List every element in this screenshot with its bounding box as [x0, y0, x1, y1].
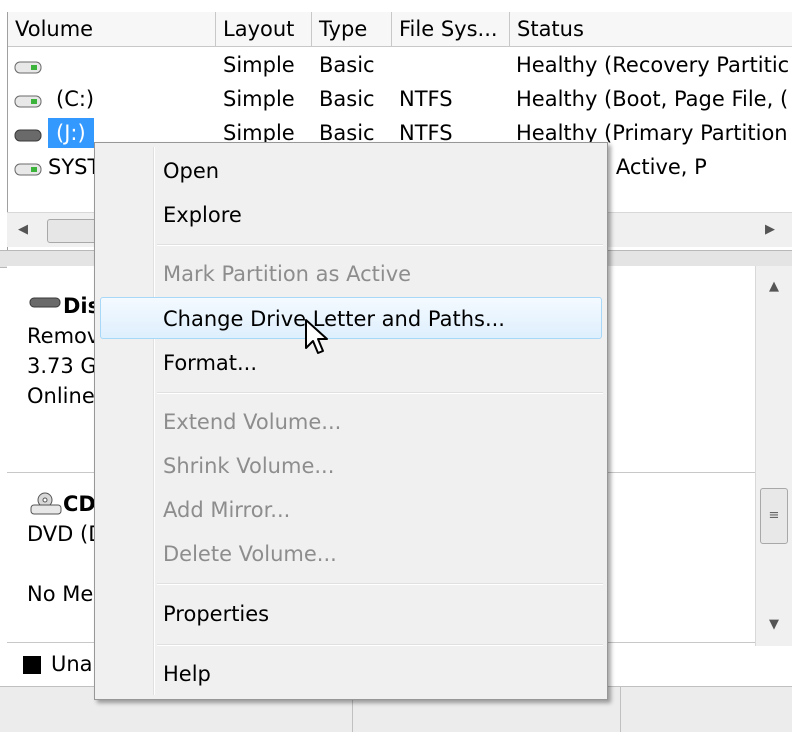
volume-name: SYST [48, 155, 101, 179]
scroll-left-icon[interactable]: ◀ [11, 217, 35, 243]
menu-item-shrink-volume: Shrink Volume... [163, 454, 335, 478]
menu-item-help[interactable]: Help [163, 654, 211, 694]
menu-item-change-drive-letter[interactable]: Change Drive Letter and Paths... [163, 299, 505, 339]
column-header-volume[interactable]: Volume [8, 12, 216, 46]
menu-item-delete-volume: Delete Volume... [163, 542, 337, 566]
menu-item-add-mirror: Add Mirror... [163, 498, 291, 522]
menu-separator [157, 244, 603, 246]
volume-list-header: Volume Layout Type File Sys... Status [8, 12, 792, 47]
column-header-filesystem[interactable]: File Sys... [392, 12, 510, 46]
menu-separator [157, 644, 603, 646]
cd-drive-icon [29, 492, 63, 523]
disk-state: Online [27, 384, 95, 408]
column-header-layout[interactable]: Layout [216, 12, 312, 46]
disk-icon [29, 292, 63, 316]
menu-item-mark-active: Mark Partition as Active [163, 262, 412, 286]
column-header-type[interactable]: Type [312, 12, 392, 46]
disk-type: DVD (D [27, 522, 105, 546]
context-menu: Open Explore Mark Partition as Active Ch… [94, 142, 608, 700]
volume-filesystem: NTFS [399, 87, 453, 111]
volume-type: Basic [319, 53, 375, 77]
volume-type: Basic [319, 87, 375, 111]
menu-separator [157, 392, 603, 394]
table-row[interactable]: Simple Basic Healthy (Recovery Partitic [8, 48, 792, 82]
volume-name: (C:) [56, 87, 95, 111]
disk-size: 3.73 G [27, 354, 97, 378]
volume-status: Healthy (Boot, Page File, ( [516, 87, 789, 111]
menu-item-explore[interactable]: Explore [163, 195, 242, 235]
menu-item-open[interactable]: Open [163, 151, 219, 191]
menu-separator [157, 583, 603, 585]
volume-layout: Simple [223, 53, 295, 77]
menu-item-extend-volume: Extend Volume... [163, 410, 342, 434]
disk-name: CD [63, 492, 96, 516]
menu-item-format[interactable]: Format... [163, 343, 257, 383]
disk-type: Remov [27, 324, 100, 348]
vertical-scroll-thumb[interactable]: ≡ [760, 488, 788, 544]
volume-name-selected[interactable]: (J:) [48, 118, 94, 148]
scroll-down-icon[interactable]: ▼ [762, 612, 786, 638]
volume-layout: Simple [223, 87, 295, 111]
disk-state: No Me [27, 582, 94, 606]
drive-icon [14, 156, 44, 190]
scroll-right-icon[interactable]: ▶ [758, 217, 782, 243]
unallocated-legend-swatch [23, 656, 41, 674]
vertical-scrollbar[interactable]: ▲ ≡ ▼ [755, 266, 792, 646]
menu-gutter-highlight [154, 147, 155, 695]
scroll-up-icon[interactable]: ▲ [762, 274, 786, 300]
table-row[interactable]: (C:) Simple Basic NTFS Healthy (Boot, Pa… [8, 82, 792, 116]
volume-status: Healthy (Recovery Partitic [516, 53, 790, 77]
menu-item-properties[interactable]: Properties [163, 594, 269, 634]
mouse-cursor-icon [304, 318, 330, 361]
column-header-status[interactable]: Status [510, 12, 792, 46]
legend-label: Una [51, 652, 93, 676]
status-divider [620, 687, 621, 732]
